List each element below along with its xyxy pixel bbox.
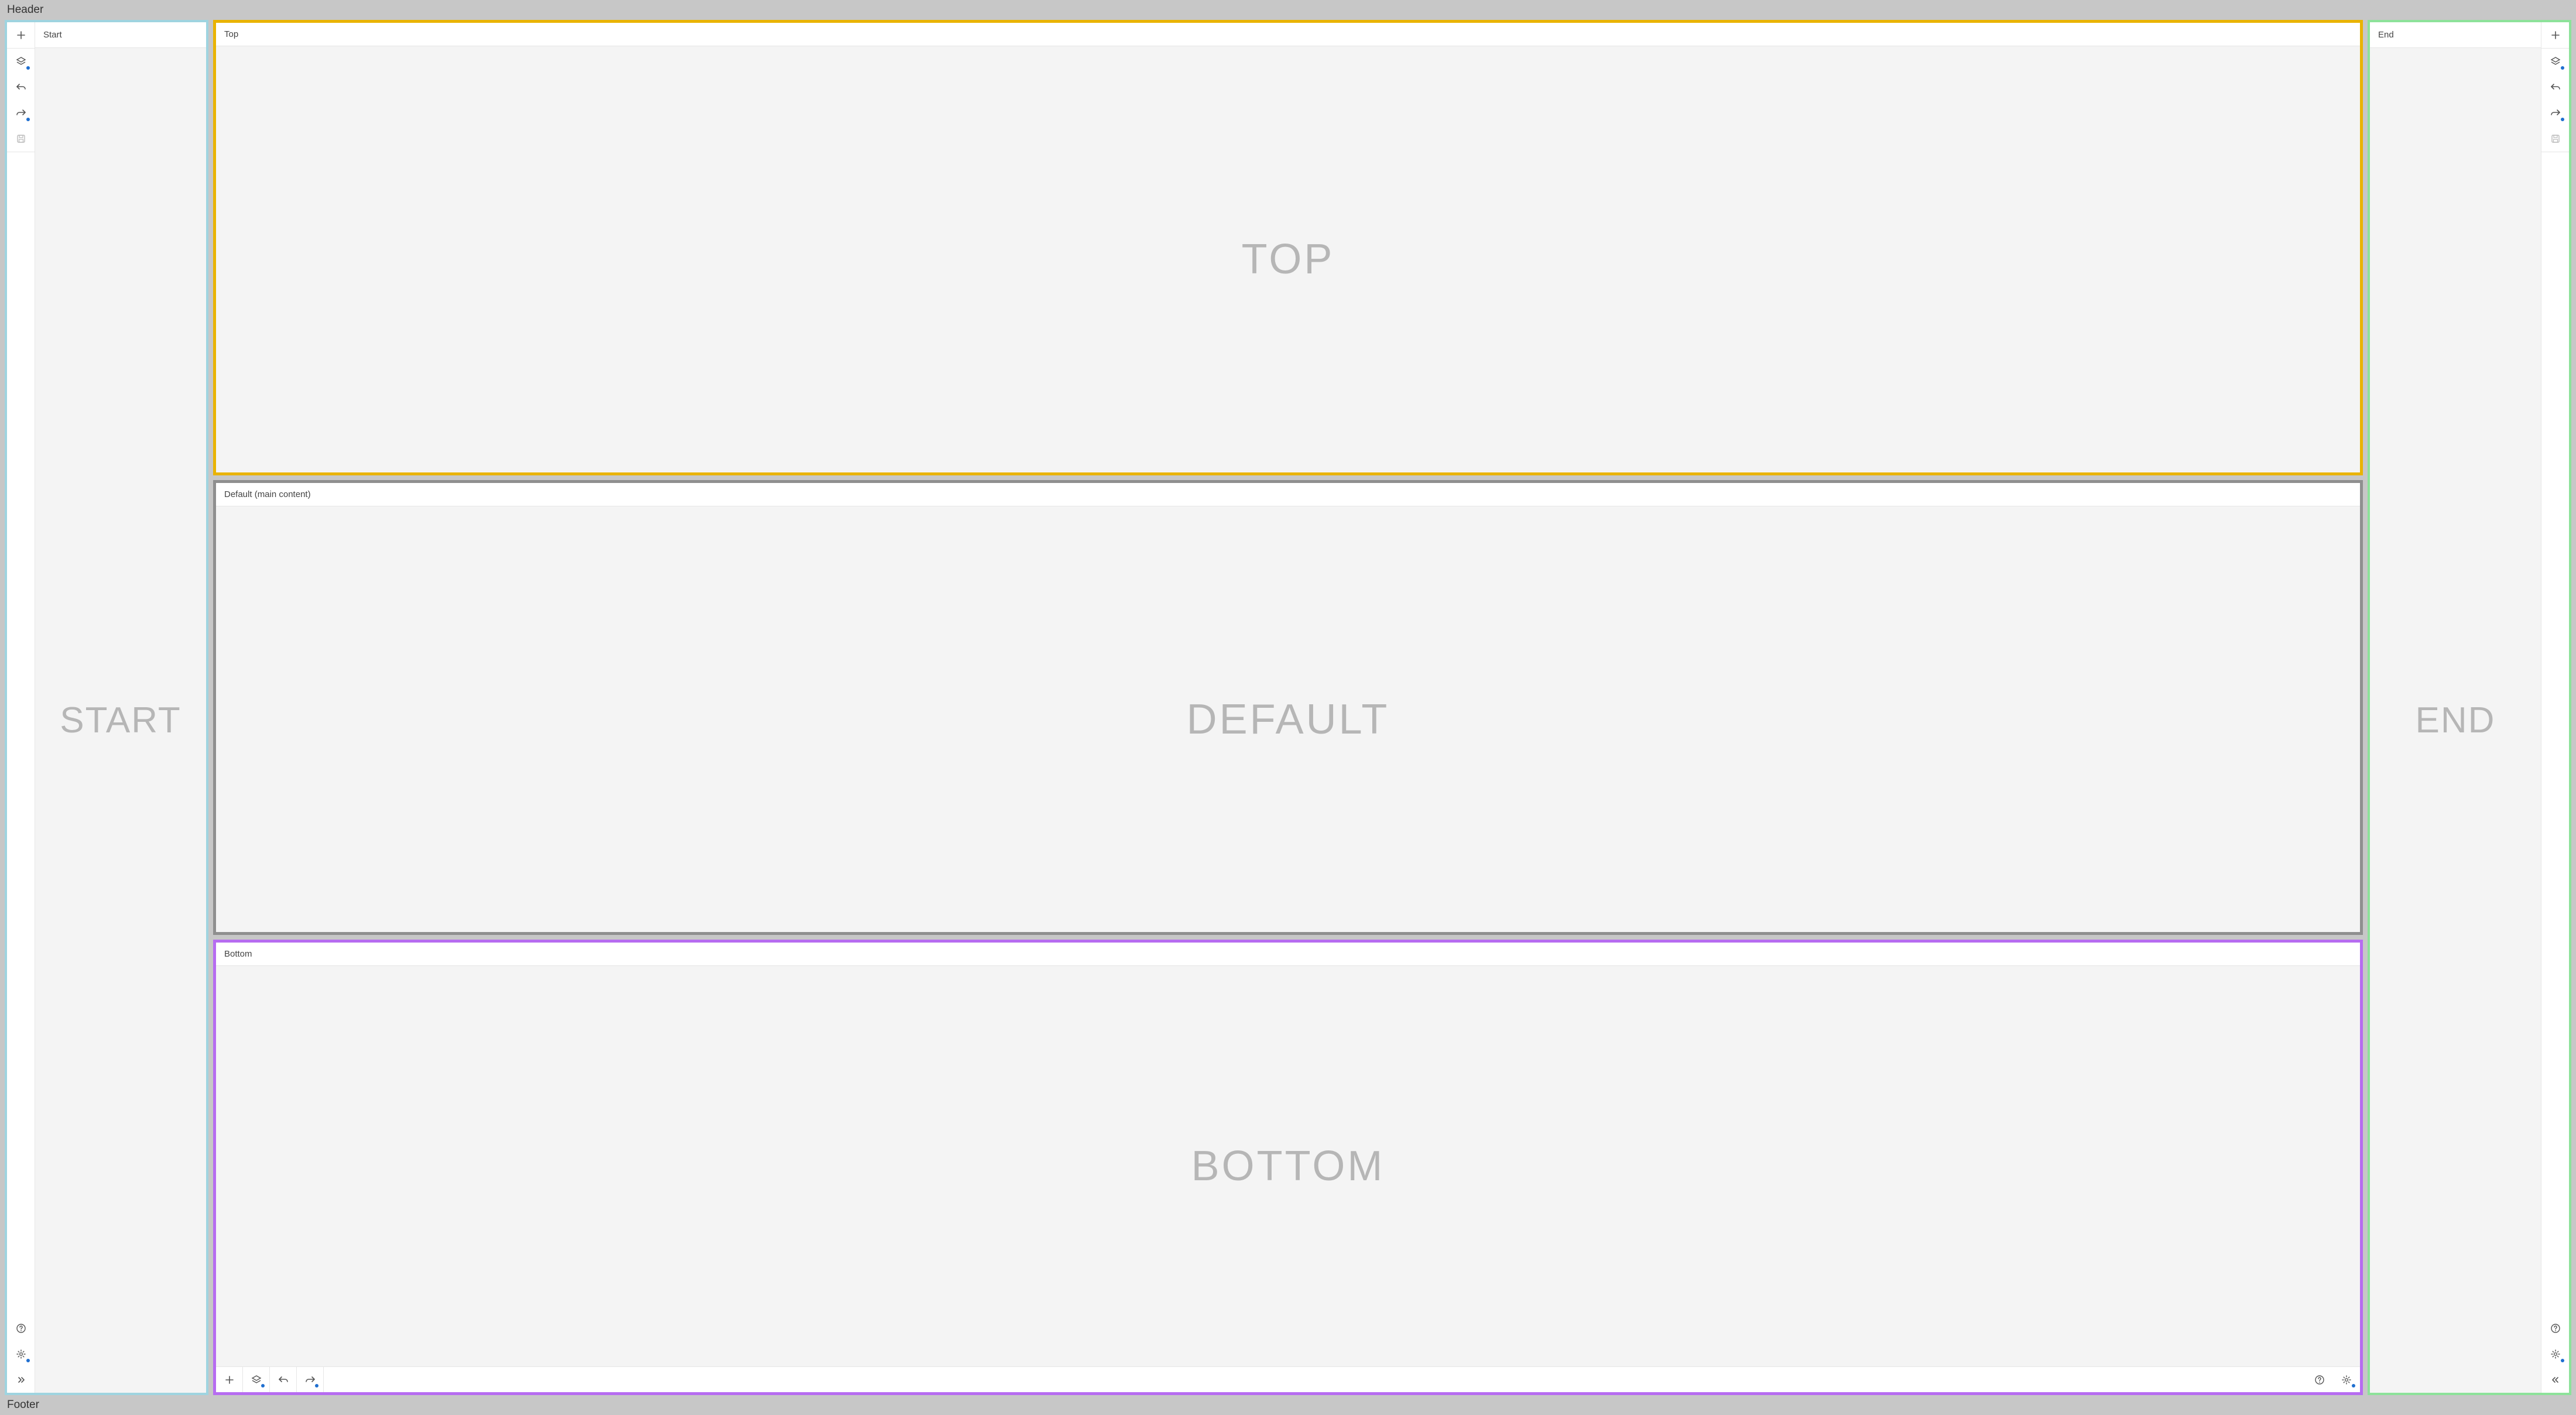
start-save-button[interactable] <box>7 126 35 152</box>
bottom-add-button[interactable] <box>216 1367 243 1392</box>
start-rail <box>7 22 35 1393</box>
change-dot-icon <box>315 1384 318 1387</box>
start-settings-button[interactable] <box>7 1341 35 1367</box>
bottom-undo-button[interactable] <box>270 1367 297 1392</box>
bottom-zone: Bottom BOTTOM <box>213 940 2363 1395</box>
start-content: START <box>35 48 206 1393</box>
end-content: END <box>2370 48 2541 1393</box>
end-save-button[interactable] <box>2541 126 2569 152</box>
bottom-title-row: Bottom <box>216 943 2360 966</box>
help-icon <box>15 1323 27 1334</box>
default-content: DEFAULT <box>216 506 2360 933</box>
end-collapse-button[interactable] <box>2541 1367 2569 1393</box>
change-dot-icon <box>26 118 30 121</box>
main-grid: Start START Top TOP Default (main conten… <box>0 20 2576 1395</box>
top-title: Top <box>224 29 238 39</box>
top-content: TOP <box>216 46 2360 472</box>
center-column: Top TOP Default (main content) DEFAULT B… <box>213 20 2363 1395</box>
bottom-redo-button[interactable] <box>297 1367 324 1392</box>
redo-icon <box>304 1374 316 1386</box>
footer-label: Footer <box>7 1399 39 1411</box>
save-icon <box>2550 133 2561 145</box>
change-dot-icon <box>2561 118 2564 121</box>
bottom-layers-button[interactable] <box>243 1367 270 1392</box>
add-icon <box>224 1374 235 1386</box>
header-bar: Header <box>0 0 2576 20</box>
start-help-button[interactable] <box>7 1315 35 1341</box>
default-zone: Default (main content) DEFAULT <box>213 480 2363 936</box>
change-dot-icon <box>26 1359 30 1362</box>
top-placeholder-text: TOP <box>1242 235 1335 283</box>
change-dot-icon <box>2561 1359 2564 1362</box>
start-layers-button[interactable] <box>7 49 35 74</box>
settings-icon <box>2341 1374 2352 1386</box>
end-rail <box>2541 22 2569 1393</box>
end-placeholder-text: END <box>2416 700 2496 741</box>
expand-right-icon <box>15 1374 27 1386</box>
undo-icon <box>15 81 27 93</box>
end-body: End END <box>2370 22 2541 1393</box>
default-title: Default (main content) <box>224 489 311 499</box>
change-dot-icon <box>261 1384 265 1387</box>
start-panel: Start START <box>5 20 208 1395</box>
footer-bar: Footer <box>0 1395 2576 1415</box>
start-placeholder-text: START <box>60 700 181 741</box>
start-redo-button[interactable] <box>7 100 35 126</box>
layers-icon <box>251 1374 262 1386</box>
undo-icon <box>2550 81 2561 93</box>
start-body: Start START <box>35 22 206 1393</box>
default-placeholder-text: DEFAULT <box>1187 695 1390 744</box>
start-title: Start <box>43 30 62 40</box>
end-layers-button[interactable] <box>2541 49 2569 74</box>
undo-icon <box>278 1374 289 1386</box>
spacer <box>7 152 35 1315</box>
start-expand-button[interactable] <box>7 1367 35 1393</box>
settings-icon <box>2550 1348 2561 1360</box>
top-title-row: Top <box>216 23 2360 46</box>
end-add-button[interactable] <box>2541 22 2569 48</box>
header-label: Header <box>7 4 43 16</box>
add-icon <box>15 29 27 41</box>
bottom-title: Bottom <box>224 949 252 959</box>
top-zone: Top TOP <box>213 20 2363 475</box>
change-dot-icon <box>2352 1384 2355 1387</box>
end-settings-button[interactable] <box>2541 1341 2569 1367</box>
bottom-toolbar <box>216 1366 2360 1392</box>
spacer <box>324 1367 2306 1392</box>
settings-icon <box>15 1348 27 1360</box>
layers-icon <box>15 56 27 67</box>
layers-icon <box>2550 56 2561 67</box>
end-panel: End END <box>2368 20 2571 1395</box>
redo-icon <box>2550 107 2561 119</box>
end-title-row: End <box>2370 22 2541 48</box>
expand-left-icon <box>2550 1374 2561 1386</box>
spacer <box>2541 152 2569 1315</box>
help-icon <box>2314 1374 2325 1386</box>
end-redo-button[interactable] <box>2541 100 2569 126</box>
add-icon <box>2550 29 2561 41</box>
end-title: End <box>2378 30 2394 40</box>
end-undo-button[interactable] <box>2541 74 2569 100</box>
redo-icon <box>15 107 27 119</box>
default-title-row: Default (main content) <box>216 483 2360 506</box>
bottom-help-button[interactable] <box>2306 1367 2333 1392</box>
save-icon <box>15 133 27 145</box>
bottom-content: BOTTOM <box>216 966 2360 1366</box>
change-dot-icon <box>26 66 30 70</box>
help-icon <box>2550 1323 2561 1334</box>
start-undo-button[interactable] <box>7 74 35 100</box>
start-title-row: Start <box>35 22 206 48</box>
change-dot-icon <box>2561 66 2564 70</box>
bottom-settings-button[interactable] <box>2333 1367 2360 1392</box>
bottom-placeholder-text: BOTTOM <box>1191 1142 1385 1190</box>
start-add-button[interactable] <box>7 22 35 48</box>
end-help-button[interactable] <box>2541 1315 2569 1341</box>
